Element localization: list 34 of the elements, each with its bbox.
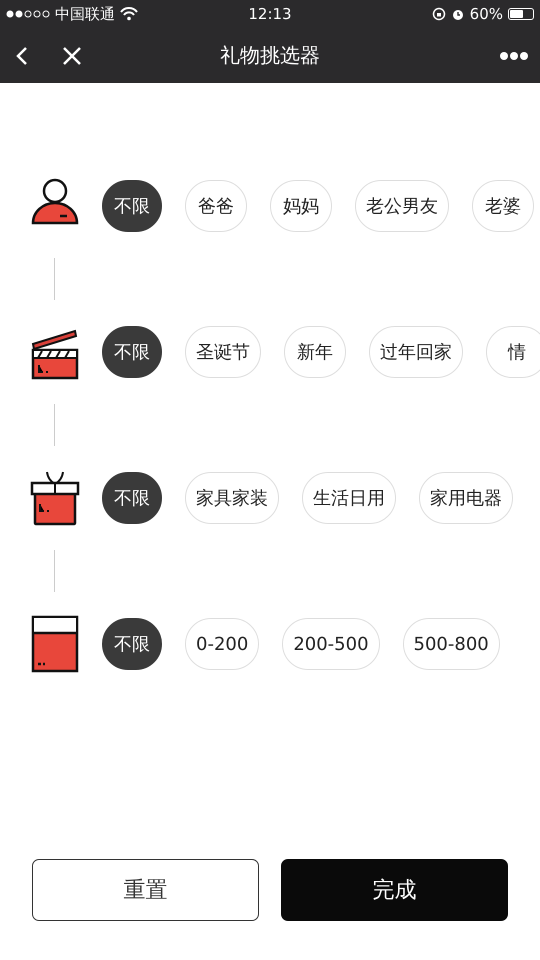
confirm-button[interactable]: 完成 (281, 859, 508, 921)
filter-chip[interactable]: 圣诞节 (185, 326, 261, 378)
filter-chip[interactable]: 不限 (102, 618, 162, 670)
close-icon[interactable] (62, 46, 82, 66)
page-title: 礼物挑选器 (220, 43, 320, 67)
filter-chip[interactable]: 500-800 (402, 618, 500, 670)
filter-chip[interactable]: 妈妈 (270, 180, 332, 232)
back-icon[interactable] (16, 46, 28, 66)
filter-chip[interactable]: 不限 (102, 180, 162, 232)
clock-time: 12:13 (248, 5, 292, 23)
filter-chip[interactable]: 新年 (284, 326, 346, 378)
filter-chip[interactable]: 家具家装 (185, 472, 279, 524)
filter-chip[interactable]: 不限 (102, 472, 162, 524)
signal-icon (6, 9, 50, 19)
filter-chip[interactable]: 情 (486, 326, 540, 378)
rotation-lock-icon (432, 7, 446, 21)
filter-chip[interactable]: 200-500 (282, 618, 380, 670)
wifi-icon (120, 7, 138, 21)
alarm-icon (450, 7, 465, 21)
carrier-name: 中国联通 (55, 4, 115, 24)
filter-chip[interactable]: 不限 (102, 326, 162, 378)
box-icon (30, 615, 80, 673)
battery-percent: 60% (470, 5, 503, 23)
filter-chip[interactable]: 0-200 (185, 618, 260, 670)
filter-chip[interactable]: 家用电器 (419, 472, 513, 524)
filter-chip[interactable]: 过年回家 (369, 326, 463, 378)
more-icon[interactable] (500, 52, 528, 60)
filter-chip[interactable]: 老婆 (472, 180, 534, 232)
reset-button[interactable]: 重置 (32, 859, 259, 921)
filter-chip[interactable]: 生活日用 (302, 472, 396, 524)
filter-chip[interactable]: 爸爸 (185, 180, 247, 232)
battery-icon (508, 8, 534, 20)
filter-chip[interactable]: 老公男友 (355, 180, 449, 232)
gift-icon (30, 470, 80, 526)
